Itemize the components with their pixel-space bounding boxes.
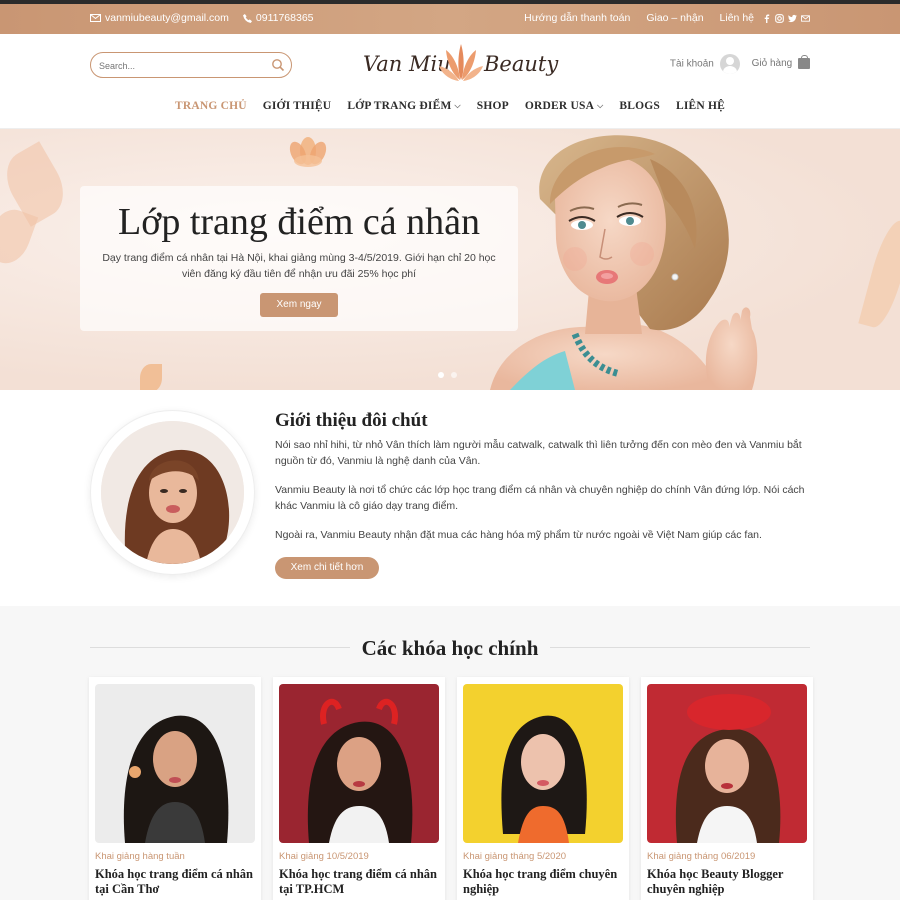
mail-icon[interactable]: [801, 14, 810, 23]
nav-label: LIÊN HỆ: [676, 100, 726, 112]
chevron-down-icon: ⌵: [454, 101, 461, 110]
nav-item-makeup-class[interactable]: LỚP TRANG ĐIỂM ⌵: [347, 100, 460, 112]
account-link[interactable]: Tài khoản: [670, 54, 740, 74]
course-title[interactable]: Khóa học trang điểm chuyên nghiệp: [463, 867, 623, 897]
course-start-date: Khai giảng hàng tuần: [95, 851, 185, 862]
nav-item-shop[interactable]: SHOP: [477, 100, 509, 112]
nav-item-home[interactable]: TRANG CHỦ: [175, 100, 247, 112]
nav-item-about[interactable]: GIỚI THIỆU: [263, 100, 332, 112]
course-image: [279, 684, 439, 843]
logo-text-right: Beauty: [484, 52, 559, 76]
course-image: [463, 684, 623, 843]
delivery-link[interactable]: Giao – nhận: [646, 12, 703, 24]
nav-label: BLOGS: [619, 100, 661, 112]
chevron-down-icon: ⌵: [597, 101, 604, 110]
flower-decoration-icon: [289, 137, 327, 167]
course-start-date: Khai giảng tháng 5/2020: [463, 851, 567, 862]
lotus-logo-icon: [439, 44, 483, 81]
search-input[interactable]: [99, 58, 269, 73]
hero-description: Dạy trang điểm cá nhân tại Hà Nội, khai …: [102, 252, 496, 280]
intro-paragraph-2: Vanmiu Beauty là nơi tổ chức các lớp học…: [275, 484, 805, 512]
course-image: [647, 684, 807, 843]
decorative-leaf: [140, 364, 162, 390]
mail-icon: [90, 14, 101, 22]
hero-model-image: [490, 135, 758, 390]
course-start-date: Khai giảng tháng 06/2019: [647, 851, 756, 862]
hero-caption-box: Lớp trang điểm cá nhân Dạy trang điểm cá…: [80, 186, 518, 331]
hero-slider: Lớp trang điểm cá nhân Dạy trang điểm cá…: [0, 129, 900, 390]
slider-dot[interactable]: [438, 372, 444, 378]
intro-title: Giới thiệu đôi chút: [275, 410, 428, 431]
email-link[interactable]: vanmiubeauty@gmail.com: [90, 12, 229, 24]
facebook-icon[interactable]: [762, 13, 771, 23]
hero-title: Lớp trang điểm cá nhân: [118, 201, 480, 243]
course-card[interactable]: Khai giảng hàng tuần Khóa học trang điểm…: [89, 677, 261, 900]
cart-label: Giỏ hàng: [751, 58, 793, 70]
search-icon[interactable]: [271, 58, 285, 72]
instagram-icon[interactable]: [775, 13, 784, 23]
intro-paragraph-3: Ngoài ra, Vanmiu Beauty nhận đặt mua các…: [275, 529, 762, 541]
course-title[interactable]: Khóa học trang điểm cá nhân tại Cần Thơ: [95, 867, 255, 897]
course-title[interactable]: Khóa học Beauty Blogger chuyên nghiệp: [647, 867, 807, 897]
nav-label: GIỚI THIỆU: [262, 100, 332, 112]
nav-label: TRANG CHỦ: [174, 100, 247, 112]
slider-dot[interactable]: [451, 372, 457, 378]
nav-item-order-usa[interactable]: ORDER USA ⌵: [525, 100, 603, 112]
course-image: [95, 684, 255, 843]
phone-text: 0911768365: [255, 12, 314, 24]
account-label: Tài khoản: [669, 58, 714, 70]
twitter-icon[interactable]: [788, 14, 797, 23]
view-now-button[interactable]: Xem ngay: [260, 293, 338, 317]
intro-paragraph-1: Nói sao nhỉ hihi, từ nhỏ Vân thích làm n…: [275, 439, 802, 467]
courses-title: Các khóa học chính: [349, 636, 551, 660]
cart-link[interactable]: Giỏ hàng: [751, 55, 810, 70]
nav-label: SHOP: [476, 100, 509, 112]
intro-section: Giới thiệu đôi chút Nói sao nhỉ hihi, từ…: [0, 390, 900, 606]
site-logo[interactable]: Van Miu Beauty: [360, 38, 558, 88]
email-text: vanmiubeauty@gmail.com: [105, 12, 229, 24]
nav-item-blogs[interactable]: BLOGS: [619, 100, 660, 112]
slider-dots: [438, 372, 457, 378]
nav-label: LỚP TRANG ĐIỂM: [347, 100, 452, 112]
phone-icon: [242, 13, 252, 23]
account-area: Tài khoản Giỏ hàng: [670, 54, 810, 74]
author-portrait-image: [101, 421, 244, 564]
shopping-bag-icon: [798, 55, 810, 70]
search-box: [90, 52, 292, 78]
course-card[interactable]: Khai giảng 10/5/2019 Khóa học trang điểm…: [273, 677, 445, 900]
read-more-button[interactable]: Xem chi tiết hơn: [275, 557, 379, 579]
user-avatar-icon: [719, 54, 740, 74]
nav-item-contact[interactable]: LIÊN HỆ: [676, 100, 725, 112]
portrait-frame: [90, 410, 255, 575]
nav-label: ORDER USA: [524, 100, 595, 112]
social-links: [762, 13, 810, 23]
course-title[interactable]: Khóa học trang điểm cá nhân tại TP.HCM: [279, 867, 439, 897]
courses-section: Các khóa học chính Khai giảng hàng tuần …: [0, 606, 900, 900]
top-bar: vanmiubeauty@gmail.com 0911768365 Hướng …: [0, 4, 900, 34]
phone-link[interactable]: 0911768365: [242, 12, 314, 24]
contact-link[interactable]: Liên hệ: [720, 12, 754, 24]
site-header: Van Miu Beauty Tài khoản Giỏ hàng TRANG …: [0, 34, 900, 129]
course-card[interactable]: Khai giảng tháng 5/2020 Khóa học trang đ…: [457, 677, 629, 900]
payment-guide-link[interactable]: Hướng dẫn thanh toán: [524, 12, 630, 24]
course-card[interactable]: Khai giảng tháng 06/2019 Khóa học Beauty…: [641, 677, 813, 900]
main-nav: TRANG CHỦ GIỚI THIỆU LỚP TRANG ĐIỂM ⌵ SHO…: [0, 100, 900, 112]
course-start-date: Khai giảng 10/5/2019: [279, 851, 369, 862]
